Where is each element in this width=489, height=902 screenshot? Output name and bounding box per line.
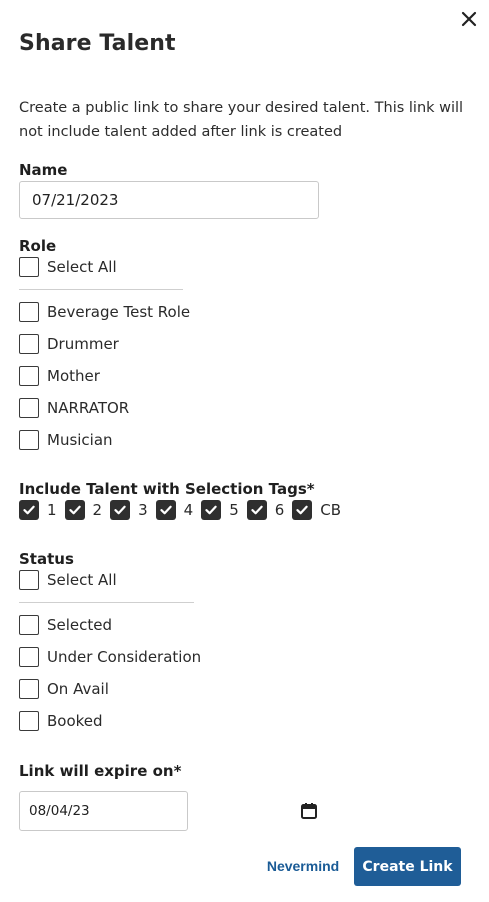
role-option-musician[interactable]: Musician	[19, 429, 113, 451]
checkbox-checked	[155, 500, 176, 520]
tag-checkbox-5[interactable]: 5	[201, 500, 247, 520]
status-option-selected[interactable]: Selected	[19, 614, 112, 636]
checkbox-checked	[292, 500, 313, 520]
tag-checkbox-3[interactable]: 3	[110, 500, 156, 520]
checkbox-label: On Avail	[47, 680, 109, 698]
status-select-all-checkbox[interactable]: Select All	[19, 569, 117, 591]
checkbox-box	[19, 302, 39, 322]
check-icon	[114, 505, 126, 515]
status-option-under-consideration[interactable]: Under Consideration	[19, 646, 201, 668]
name-label: Name	[19, 161, 68, 179]
checkbox-label: Musician	[47, 431, 113, 449]
checkbox-label: Mother	[47, 367, 100, 385]
dialog-title: Share Talent	[19, 31, 176, 56]
tag-checkbox-2[interactable]: 2	[64, 500, 111, 520]
create-link-button[interactable]: Create Link	[354, 847, 461, 886]
checkbox-box	[19, 366, 39, 386]
role-option-mother[interactable]: Mother	[19, 365, 100, 387]
calendar-button[interactable]	[300, 802, 318, 820]
check-icon	[251, 505, 263, 515]
checkbox-checked	[201, 500, 222, 520]
checkbox-checked	[110, 500, 131, 520]
checkbox-label: Select All	[47, 258, 117, 276]
tag-checkbox-6[interactable]: 6	[246, 500, 293, 520]
expiry-date-input[interactable]	[19, 791, 188, 831]
tag-checkbox-cb[interactable]: CB	[292, 500, 349, 520]
checkbox-box	[19, 679, 39, 699]
checkbox-box	[19, 647, 39, 667]
tag-checkbox-4[interactable]: 4	[155, 500, 202, 520]
check-icon	[23, 505, 35, 515]
role-divider	[19, 289, 183, 290]
tags-row: 1 2 3 4 5 6 CB	[19, 499, 349, 521]
tags-label: Include Talent with Selection Tags*	[19, 480, 315, 498]
role-label: Role	[19, 237, 57, 255]
tag-label: 6	[274, 501, 285, 519]
calendar-icon	[301, 803, 317, 819]
checkbox-checked	[246, 500, 267, 520]
tag-checkbox-1[interactable]: 1	[19, 500, 65, 520]
status-label: Status	[19, 550, 74, 568]
expiry-label: Link will expire on*	[19, 762, 182, 780]
checkbox-box	[19, 430, 39, 450]
role-option-drummer[interactable]: Drummer	[19, 333, 119, 355]
role-option-narrator[interactable]: NARRATOR	[19, 397, 129, 419]
tag-label: 4	[183, 501, 194, 519]
check-icon	[205, 505, 217, 515]
checkbox-box	[19, 398, 39, 418]
close-button[interactable]	[458, 8, 480, 30]
checkbox-label: Beverage Test Role	[47, 303, 191, 321]
tag-label: 5	[229, 501, 239, 519]
checkbox-box	[19, 257, 39, 277]
tag-label: 2	[92, 501, 103, 519]
checkbox-label: Drummer	[47, 335, 119, 353]
nevermind-button[interactable]: Nevermind	[266, 855, 340, 877]
status-option-on-avail[interactable]: On Avail	[19, 678, 109, 700]
checkbox-box	[19, 615, 39, 635]
status-divider	[19, 602, 194, 603]
checkbox-label: Booked	[47, 712, 103, 730]
checkbox-checked	[19, 500, 39, 520]
name-input[interactable]	[19, 181, 319, 219]
role-option-beverage-test-role[interactable]: Beverage Test Role	[19, 301, 190, 323]
checkbox-label: Select All	[47, 571, 117, 589]
checkbox-label: Under Consideration	[47, 648, 202, 666]
dialog-description: Create a public link to share your desir…	[19, 100, 464, 140]
check-icon	[68, 505, 81, 515]
status-option-booked[interactable]: Booked	[19, 710, 103, 732]
checkbox-label: Selected	[47, 616, 113, 634]
tag-label: 3	[138, 501, 148, 519]
tag-label: 1	[47, 501, 57, 519]
check-icon	[160, 505, 172, 515]
checkbox-box	[19, 711, 39, 731]
check-icon	[296, 505, 308, 515]
checkbox-label: NARRATOR	[47, 399, 130, 417]
close-icon	[461, 11, 477, 27]
tag-label: CB	[320, 501, 342, 519]
checkbox-box	[19, 334, 39, 354]
role-select-all-checkbox[interactable]: Select All	[19, 256, 117, 278]
checkbox-box	[19, 570, 39, 590]
checkbox-checked	[64, 500, 85, 520]
